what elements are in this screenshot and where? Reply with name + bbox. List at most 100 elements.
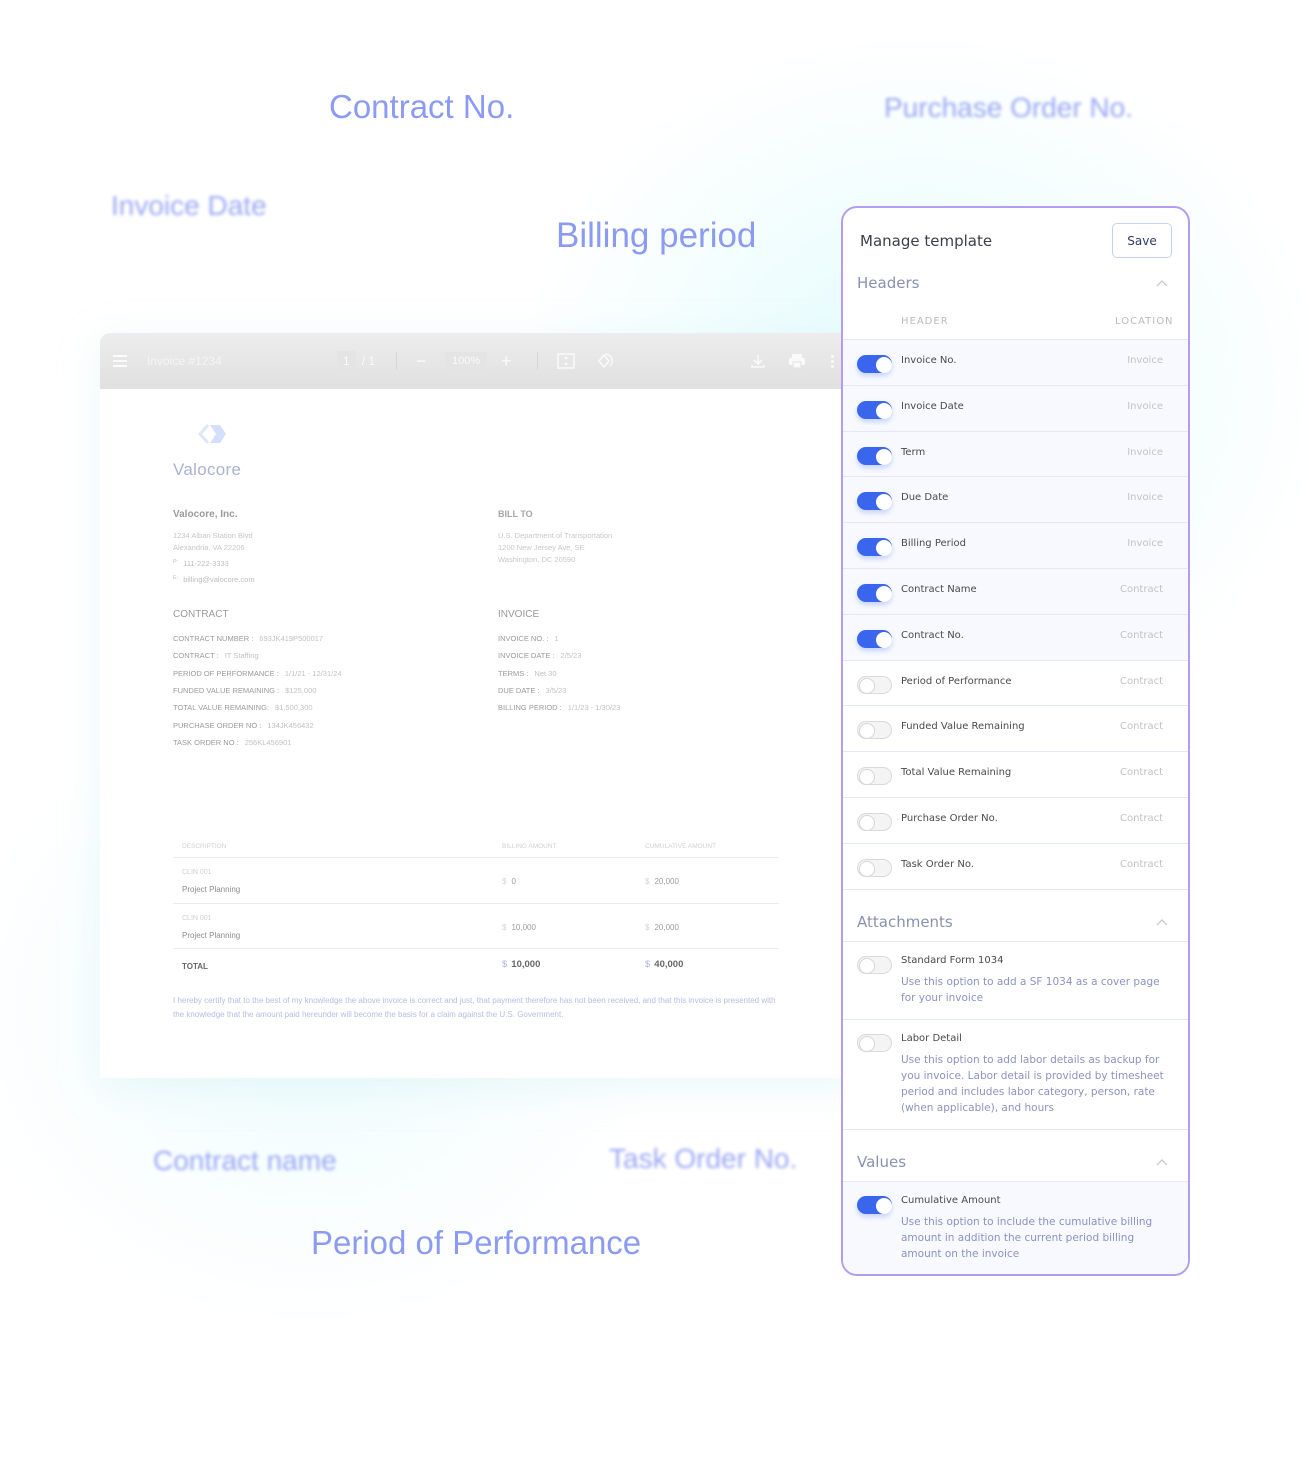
header-toggle[interactable]	[857, 675, 892, 694]
column-header-location: LOCATION	[1115, 316, 1174, 327]
invoice-field: INVOICE DATE : 2/5/23	[498, 651, 581, 660]
chevron-up-icon[interactable]	[1156, 1157, 1168, 1169]
cumulative-amount: $20,000	[645, 877, 679, 886]
billing-amount: $0	[502, 877, 516, 886]
header-location: Contract	[1119, 813, 1163, 824]
option-description: Use this option to add a SF 1034 as a co…	[901, 976, 1160, 1004]
clin-number: CLIN 001	[182, 915, 212, 922]
contract-field: PERIOD OF PERFORMANCE : 1/1/21 - 12/31/24	[173, 669, 342, 678]
currency-symbol: $	[645, 959, 651, 970]
header-location: Contract	[1119, 767, 1163, 779]
viewer-toolbar: Invoice #1234 1 / 1 − 100% +	[100, 333, 860, 389]
invoice-heading: INVOICE	[498, 609, 540, 620]
total-label: TOTAL	[182, 962, 208, 971]
header-location: Contract	[1119, 629, 1163, 641]
section-title-headers: Headers	[857, 274, 920, 292]
currency-symbol: $	[502, 959, 508, 970]
toggle-standard-form-1034[interactable]	[857, 956, 892, 974]
chevron-up-icon[interactable]	[1156, 278, 1168, 290]
header-toggle[interactable]	[857, 813, 892, 831]
header-label: Purchase Order No.	[901, 813, 998, 824]
page-number-input[interactable]: 1	[337, 351, 356, 371]
header-toggle[interactable]	[857, 492, 892, 511]
zoom-level[interactable]: 100%	[445, 333, 488, 389]
panel-title: Manage template	[860, 232, 993, 250]
floating-label-invoice-date: Invoice Date	[111, 190, 267, 221]
save-button[interactable]: Save	[1112, 223, 1172, 258]
header-toggle[interactable]	[857, 767, 892, 786]
option-description: Use this option to add labor details as …	[901, 1054, 1164, 1114]
header-label: Invoice Date	[901, 400, 964, 412]
header-row: Due Date Invoice	[843, 476, 1188, 523]
header-label: Due Date	[901, 492, 949, 504]
header-label: Contract Name	[901, 584, 977, 595]
zoom-level-value: 100%	[445, 352, 488, 370]
header-toggle[interactable]	[857, 446, 892, 465]
header-toggle[interactable]	[857, 538, 892, 557]
header-toggle[interactable]	[857, 355, 892, 373]
field-label: CONTRACT NUMBER :	[173, 634, 254, 643]
currency-symbol: $	[502, 923, 507, 932]
floating-label-contract-name: Contract name	[153, 1145, 337, 1176]
toolbar-divider	[537, 352, 538, 370]
header-toggle[interactable]	[857, 584, 892, 602]
header-row: Invoice No. Invoice	[843, 339, 1188, 385]
option-labor-detail: Labor Detail Use this option to add labo…	[843, 1019, 1188, 1129]
header-toggle[interactable]	[857, 400, 892, 419]
field-label: INVOICE DATE :	[498, 651, 555, 660]
column-header-header: HEADER	[901, 316, 949, 327]
rotate-icon[interactable]	[595, 333, 613, 389]
more-vertical-icon[interactable]	[831, 333, 834, 389]
header-toggle[interactable]	[857, 858, 892, 877]
floating-label-task-order-no: Task Order No.	[609, 1143, 798, 1174]
pdf-viewer: Invoice #1234 1 / 1 − 100% + Valocore Va…	[100, 333, 860, 1078]
column-header-billing-amount: BILLING AMOUNT	[502, 843, 557, 850]
floating-label-contract-no: Contract No.	[329, 88, 515, 125]
contract-field: TASK ORDER NO : 256KL456901	[173, 738, 291, 747]
header-row: Invoice Date Invoice	[843, 384, 1188, 431]
field-label: INVOICE NO. :	[498, 634, 549, 643]
field-value: IT Staffing	[224, 651, 259, 660]
field-value: 1/1/21 - 12/31/24	[284, 669, 342, 678]
column-header-cumulative-amount: CUMULATIVE AMOUNT	[645, 843, 717, 850]
toggle-cumulative-amount[interactable]	[857, 1196, 892, 1214]
field-label: TERMS :	[498, 669, 529, 678]
header-toggle[interactable]	[857, 721, 892, 740]
option-description: Use this option to include the cumulativ…	[901, 1216, 1153, 1260]
zoom-in-button[interactable]: +	[501, 333, 512, 389]
manage-template-panel: Manage template Save Headers HEADER LOCA…	[841, 206, 1190, 1276]
section-title-values: Values	[857, 1153, 907, 1171]
header-row: Total Value Remaining Contract	[843, 751, 1188, 797]
field-label: FUNDED VALUE REMAINING :	[173, 686, 280, 695]
header-toggle[interactable]	[857, 629, 892, 648]
field-value: 693JK419P500017	[259, 634, 324, 643]
company-phone: P: 111-222-3333	[173, 559, 229, 568]
chevron-up-icon[interactable]	[1156, 917, 1168, 929]
currency-symbol: $	[502, 877, 507, 886]
field-label: TOTAL VALUE REMAINING:	[173, 703, 269, 712]
field-label: TASK ORDER NO :	[173, 738, 239, 747]
section-divider	[843, 1129, 1188, 1130]
header-row: Contract No. Contract	[843, 613, 1188, 660]
print-icon[interactable]	[788, 333, 806, 389]
toggle-labor-detail[interactable]	[857, 1034, 892, 1052]
header-location: Contract	[1119, 721, 1163, 733]
zoom-out-button[interactable]: −	[416, 333, 427, 389]
menu-icon[interactable]	[112, 333, 128, 389]
fit-page-icon[interactable]	[557, 333, 575, 389]
company-email: E: billing@valocore.com	[173, 575, 255, 584]
amount-value: 40,000	[654, 959, 684, 970]
bill-to-line: Washington, DC 20590	[498, 555, 576, 564]
header-row: Funded Value Remaining Contract	[843, 705, 1188, 751]
header-location: Invoice	[1127, 492, 1163, 504]
column-header-description: DESCRIPTION	[182, 843, 227, 850]
field-value: 3/5/23	[545, 686, 567, 695]
section-title-attachments: Attachments	[857, 913, 953, 931]
table-divider	[173, 948, 779, 949]
download-icon[interactable]	[750, 333, 766, 389]
contract-field: CONTRACT : IT Staffing	[173, 651, 259, 660]
field-value: 2/5/23	[560, 651, 582, 660]
line-description: Project Planning	[182, 931, 241, 940]
field-value: Net 30	[534, 669, 557, 678]
header-label: Period of Performance	[901, 675, 1012, 687]
